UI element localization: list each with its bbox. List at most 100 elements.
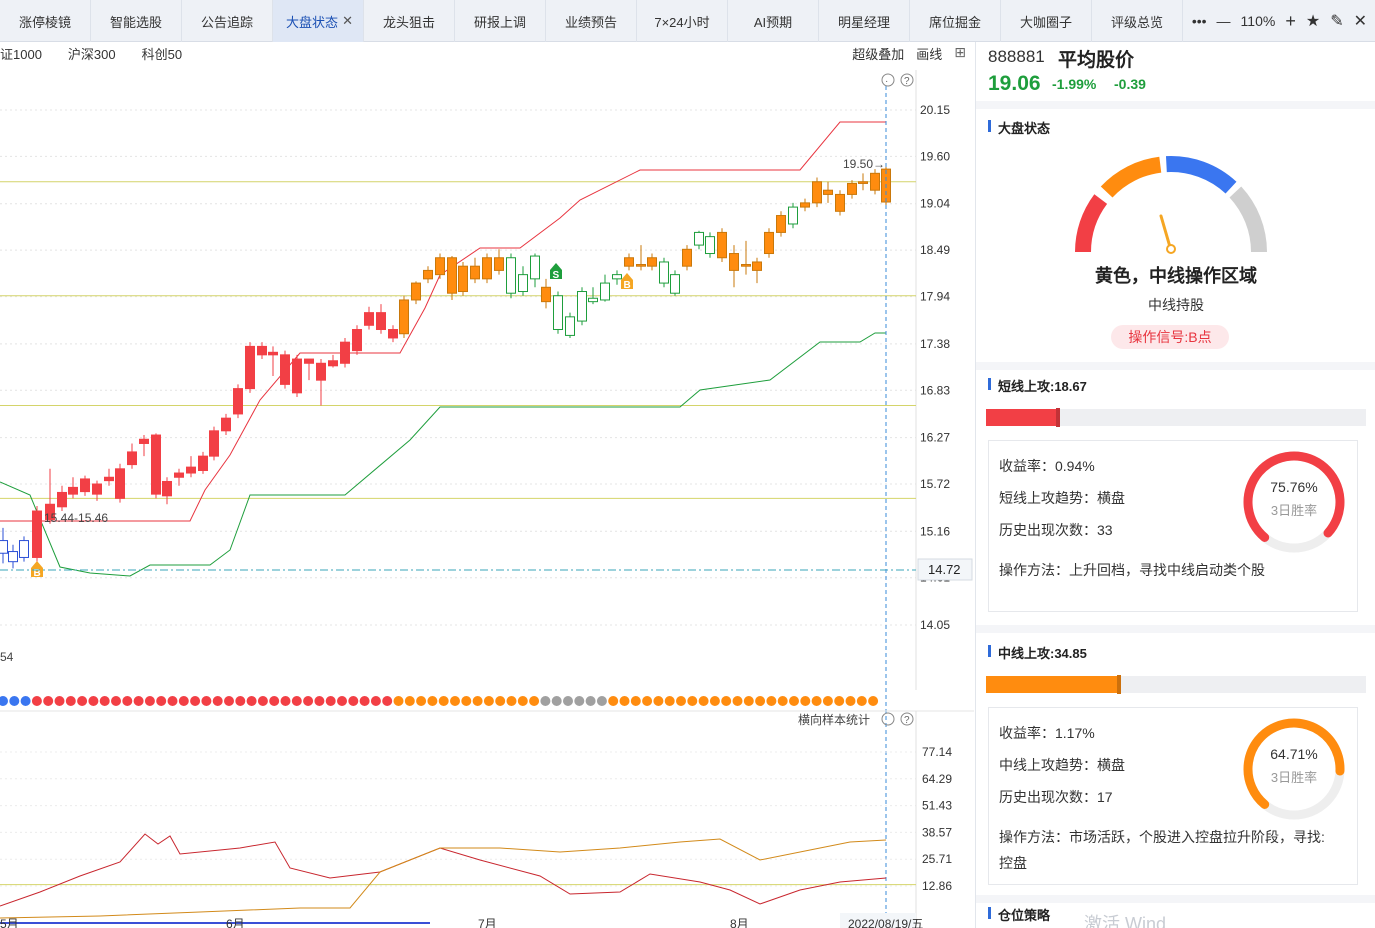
lower-axis-label: 77.14 [922,745,952,759]
candle [553,291,563,334]
status-dot [517,696,528,706]
tab-label: 评级总览 [1110,14,1163,30]
candle-body [494,257,504,271]
mid-attack-fill [986,676,1119,693]
market-status-text: 黄色，中线操作区域 [1095,266,1257,286]
range-annotation: 15.44-15.46 [44,511,108,525]
section-divider [976,625,1375,633]
grid-icon[interactable]: ⊞ [954,44,966,63]
candle-body [647,257,657,267]
mid-attack-box: 收益率：1.17% 中线上攻趋势：横盘 历史出现次数：17 操作方法：市场活跃，… [988,707,1358,885]
short-win-rate: 75.76% [1270,479,1318,495]
candle-body [870,172,880,191]
index-csi1000[interactable]: 证1000 [0,44,42,64]
candle [340,337,350,368]
more-icon[interactable]: ••• [1192,13,1207,29]
settings-icon-glyph: · [885,76,888,87]
candle [577,287,587,326]
status-dot [822,696,833,706]
candle [530,253,540,288]
close-icon[interactable]: ✕ [342,13,353,29]
zoom-level: 110% [1240,13,1276,29]
tab-smart-picker[interactable]: 智能选股 [91,0,182,42]
candle-body [847,182,857,195]
index-hs300[interactable]: 沪深300 [68,44,116,64]
status-dot [664,696,675,706]
candle-body [858,181,868,184]
candle-body [776,215,786,233]
gauge-pivot [1166,244,1176,254]
candle [506,253,516,299]
tab-limit-up-prism[interactable]: 涨停棱镜 [0,0,91,42]
candle [80,475,90,496]
status-dot [88,696,99,706]
tab-ai-forecast[interactable]: AI预期 [728,0,819,42]
candle-body [257,345,267,356]
candle-body [57,491,67,508]
price-axis-label: 19.60 [920,149,950,163]
x-axis-label: 6月 [226,917,245,928]
tab-seat-mining[interactable]: 席位掘金 [910,0,1001,42]
candle-body [670,274,680,294]
star-icon[interactable]: ★ [1306,11,1320,31]
candle [186,456,196,478]
status-dot [212,696,223,706]
tab-rating-overview[interactable]: 评级总览 [1092,0,1183,42]
candle-body [612,274,622,280]
tab-earnings-forecast[interactable]: 业绩预告 [546,0,637,42]
candle [304,358,314,381]
status-dot [314,696,325,706]
status-dot [393,696,404,706]
candle [127,443,137,469]
tab-market-status[interactable]: 大盘状态 ✕ [273,0,364,42]
price-axis-label: 18.49 [920,243,950,257]
candle [174,468,184,486]
candle-body [388,329,398,339]
status-dot [9,696,20,706]
candle-body [506,257,516,294]
tab-leader-snipe[interactable]: 龙头狙击 [364,0,455,42]
close-window-icon[interactable]: ✕ [1354,11,1367,31]
stock-code: 888881 [988,47,1045,66]
candle-body [221,417,231,432]
status-dot [811,696,822,706]
kline-svg[interactable]: 20.15 19.60 19.04 18.49 17.94 17.38 16.83 16.27… [0,70,974,928]
stock-name: 平均股价 [1058,50,1135,71]
gauge-needle [1159,214,1172,249]
overlay-button[interactable]: 超级叠加 [852,44,904,63]
candle [812,177,822,208]
buy-marker-letter: B [624,280,631,291]
gauge-segment [1075,194,1108,253]
candle-body [19,540,29,558]
pen-icon[interactable]: ✎ [1330,11,1343,31]
cursor-price-label: 14.72 [928,562,961,577]
short-method: 操作方法：上升回档，寻找中线启动类个股 [999,562,1265,578]
tab-announcement[interactable]: 公告追踪 [182,0,273,42]
tab-big-circle[interactable]: 大咖圈子 [1001,0,1092,42]
kline-chart-area: 证1000 沪深300 科创50 超级叠加 画线 ⊞ 20.15 19.60 19.… [0,42,974,928]
date-label: 2022/08/19/五 [848,917,923,928]
candle-body [812,181,822,204]
short-attack-box: 收益率：0.94% 短线上攻趋势：横盘 历史出现次数：33 操作方法：上升回档，… [988,440,1358,612]
candle-body [588,297,598,303]
candle-body [198,455,208,472]
candle [659,257,669,288]
zoom-in-icon[interactable]: + [1285,11,1296,32]
short-trend: 短线上攻趋势：横盘 [999,490,1125,506]
chart-tools: 超级叠加 画线 ⊞ [852,44,966,63]
tab-7x24[interactable]: 7×24小时 [637,0,728,42]
candle-body [8,551,18,563]
draw-line-button[interactable]: 画线 [916,44,942,63]
candle [316,359,326,406]
candle-body [682,248,692,267]
candle [682,245,692,271]
zoom-out-icon[interactable]: — [1217,13,1231,29]
tab-star-manager[interactable]: 明星经理 [819,0,910,42]
price-axis-label: 16.27 [920,431,950,445]
tab-label: 业绩预告 [564,14,617,30]
tab-label: 研报上调 [473,14,526,30]
candle [636,245,646,271]
candle [268,346,278,376]
tab-research-upgrade[interactable]: 研报上调 [455,0,546,42]
index-star50[interactable]: 科创50 [142,44,182,64]
